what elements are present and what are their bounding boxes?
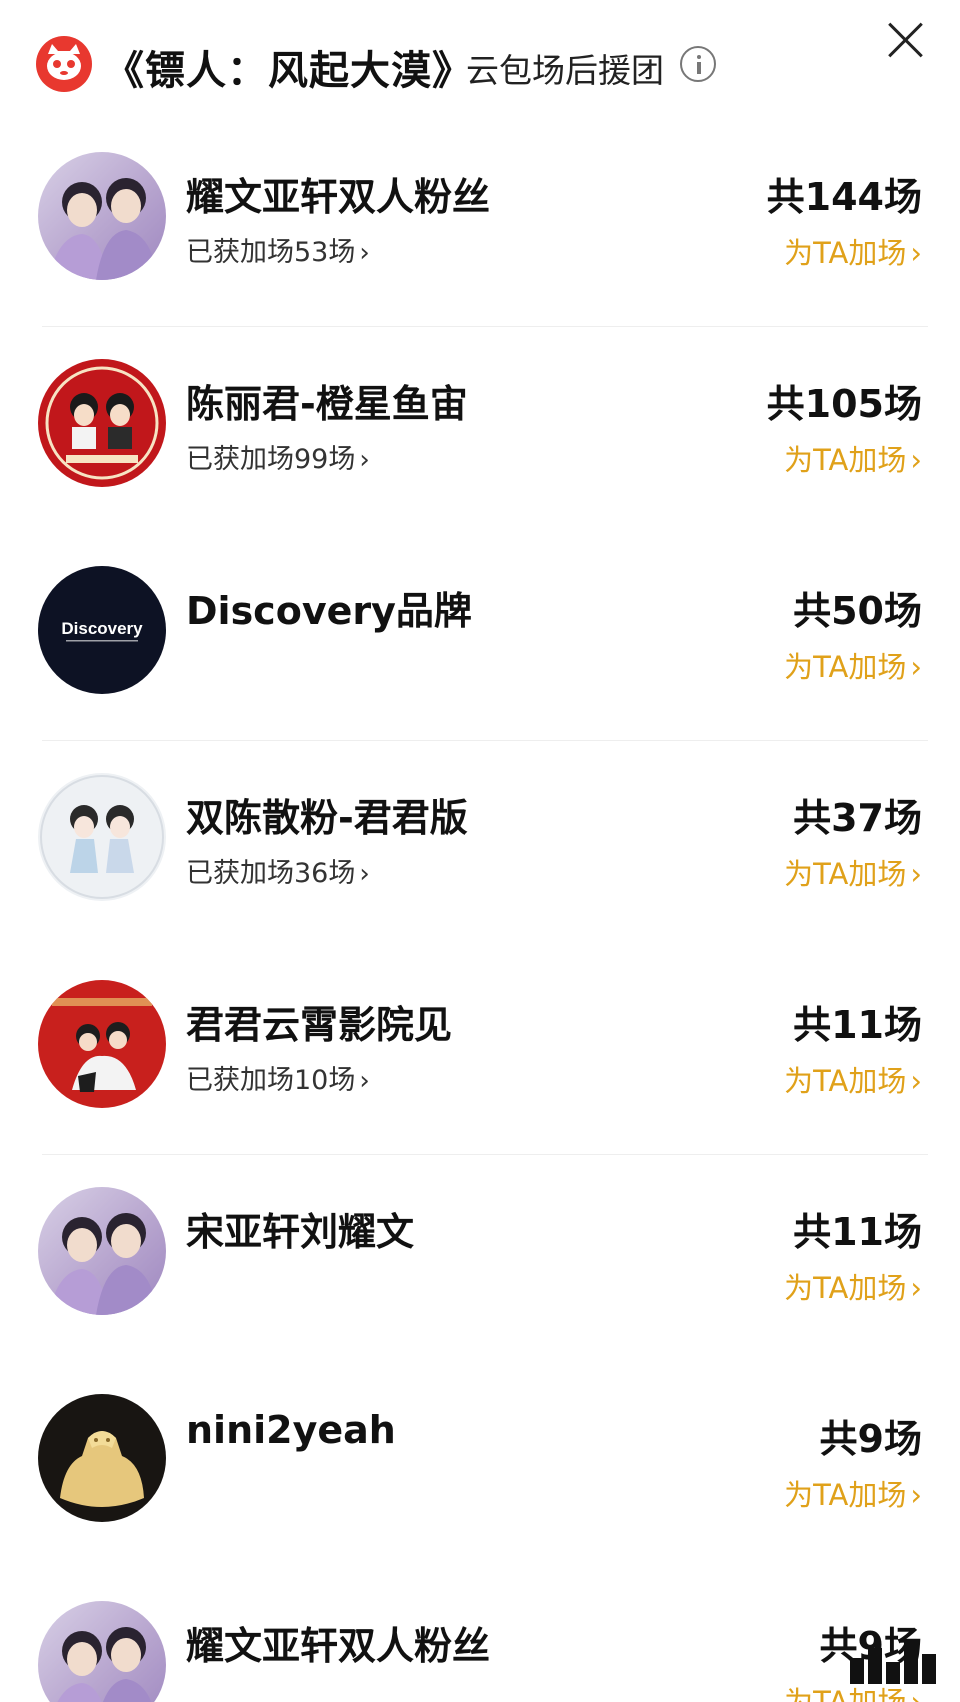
list-item[interactable]: nini2yeah 共9场 为TA加场 › xyxy=(0,1362,960,1569)
page-subtitle: 云包场后援团 xyxy=(466,51,664,90)
item-added[interactable]: 已获加场36场 › xyxy=(186,851,370,890)
add-screening-button[interactable]: 为TA加场 › xyxy=(784,1058,922,1100)
list-item[interactable]: 耀文亚轩双人粉丝 共9场 为TA加场 › xyxy=(0,1569,960,1702)
item-name: 宋亚轩刘耀文 xyxy=(186,1210,415,1254)
watermark-bars-icon xyxy=(850,1634,950,1684)
page-title: 《镖人：风起大漠》 xyxy=(104,48,473,94)
avatar xyxy=(38,1394,166,1522)
chevron-right-icon: › xyxy=(359,238,370,268)
avatar xyxy=(38,359,166,487)
add-screening-button[interactable]: 为TA加场 › xyxy=(784,644,922,686)
info-icon[interactable] xyxy=(680,46,716,82)
item-total: 共37场 xyxy=(793,796,922,840)
chevron-right-icon: › xyxy=(910,1271,922,1305)
add-screening-button[interactable]: 为TA加场 › xyxy=(784,1472,922,1514)
list-item[interactable]: 陈丽君-橙星鱼宙 已获加场99场 › 共105场 为TA加场 › xyxy=(0,327,960,534)
chevron-right-icon: › xyxy=(910,236,922,270)
chevron-right-icon: › xyxy=(910,1064,922,1098)
add-screening-button[interactable]: 为TA加场 › xyxy=(784,1265,922,1307)
chevron-right-icon: › xyxy=(910,443,922,477)
list-item[interactable]: 宋亚轩刘耀文 共11场 为TA加场 › xyxy=(0,1155,960,1362)
item-name: 双陈散粉-君君版 xyxy=(186,796,468,840)
item-added[interactable]: 已获加场10场 › xyxy=(186,1058,370,1097)
chevron-right-icon: › xyxy=(359,1066,370,1096)
avatar xyxy=(38,152,166,280)
chevron-right-icon: › xyxy=(910,857,922,891)
item-total: 共50场 xyxy=(793,589,922,633)
avatar xyxy=(38,1187,166,1315)
item-name: 耀文亚轩双人粉丝 xyxy=(186,1624,491,1668)
item-total: 共105场 xyxy=(766,382,922,426)
item-name: 耀文亚轩双人粉丝 xyxy=(186,175,491,219)
item-total: 共11场 xyxy=(793,1003,922,1047)
add-screening-button[interactable]: 为TA加场 › xyxy=(784,851,922,893)
item-name: Discovery品牌 xyxy=(186,589,472,633)
chevron-right-icon: › xyxy=(359,859,370,889)
chevron-right-icon: › xyxy=(910,1685,922,1702)
add-screening-button[interactable]: 为TA加场 › xyxy=(784,437,922,479)
item-total: 共11场 xyxy=(793,1210,922,1254)
item-name: 君君云霄影院见 xyxy=(186,1003,453,1047)
close-icon[interactable] xyxy=(882,16,928,62)
chevron-right-icon: › xyxy=(359,445,370,475)
list-item[interactable]: 君君云霄影院见 已获加场10场 › 共11场 为TA加场 › xyxy=(0,948,960,1155)
header: 《镖人：风起大漠》 云包场后援团 xyxy=(0,0,960,130)
add-screening-button[interactable]: 为TA加场 › xyxy=(784,230,922,272)
item-added[interactable]: 已获加场53场 › xyxy=(186,230,370,269)
item-total: 共144场 xyxy=(766,175,922,219)
avatar xyxy=(38,773,166,901)
avatar xyxy=(38,1601,166,1702)
avatar: Discovery xyxy=(38,566,166,694)
item-total: 共9场 xyxy=(819,1417,922,1461)
discovery-logo-text: Discovery xyxy=(61,619,143,638)
chevron-right-icon: › xyxy=(910,1478,922,1512)
item-name: nini2yeah xyxy=(186,1408,396,1452)
cat-logo-icon xyxy=(36,36,92,92)
list-item[interactable]: 耀文亚轩双人粉丝 已获加场53场 › 共144场 为TA加场 › xyxy=(0,120,960,327)
avatar xyxy=(38,980,166,1108)
item-added[interactable]: 已获加场99场 › xyxy=(186,437,370,476)
chevron-right-icon: › xyxy=(910,650,922,684)
list-item[interactable]: 双陈散粉-君君版 已获加场36场 › 共37场 为TA加场 › xyxy=(0,741,960,948)
list-item[interactable]: Discovery Discovery品牌 共50场 为TA加场 › xyxy=(0,534,960,741)
item-name: 陈丽君-橙星鱼宙 xyxy=(186,382,468,426)
